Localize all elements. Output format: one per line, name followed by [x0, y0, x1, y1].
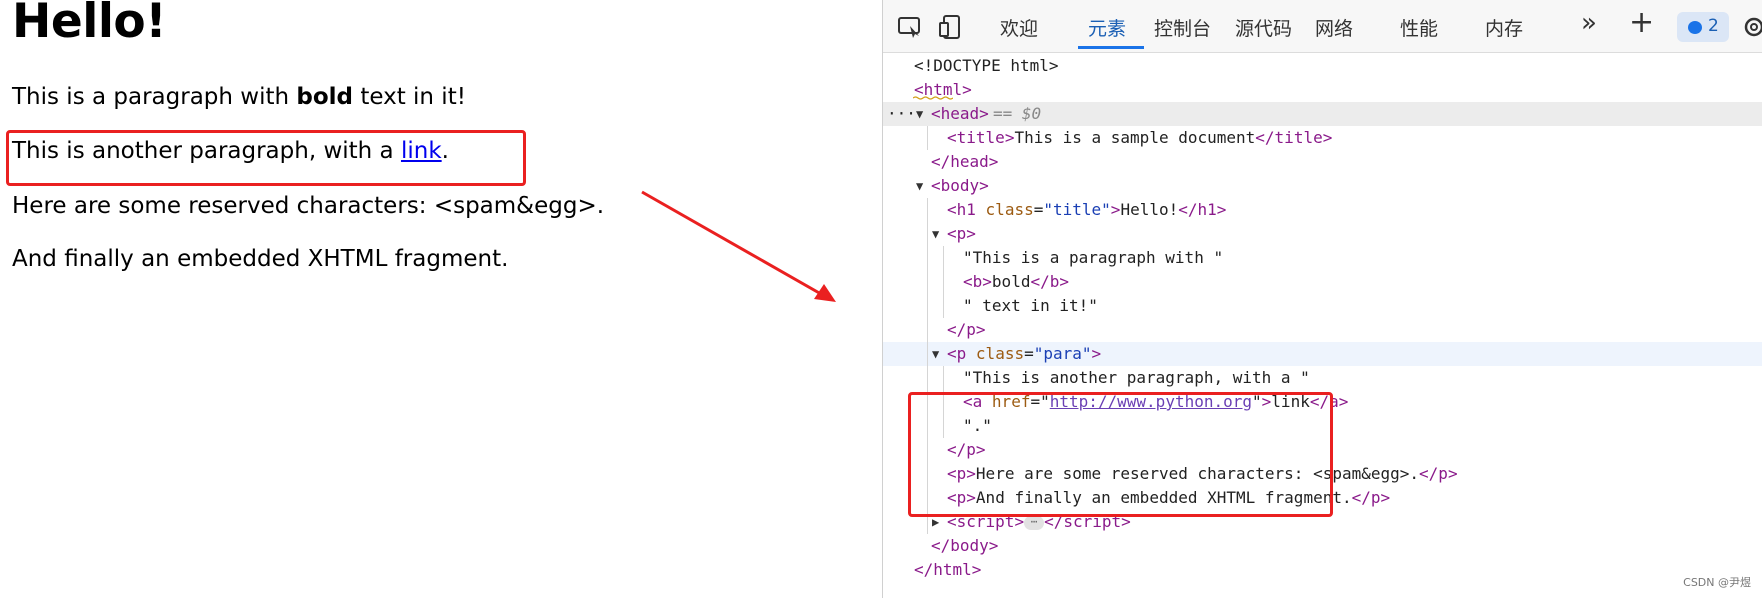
arrow-icon — [641, 190, 836, 302]
active-tab-indicator — [1078, 46, 1144, 49]
indent-guide — [943, 246, 944, 270]
tree-line[interactable]: ▼ <body> — [883, 174, 1762, 198]
watermark: CSDN @尹煜 — [1683, 576, 1751, 589]
device-icon[interactable] — [939, 14, 965, 40]
indent-guide — [927, 222, 928, 246]
tree-line[interactable]: </html> — [883, 558, 1762, 582]
indent-guide — [927, 366, 928, 390]
body-close-tag: </body> — [931, 536, 999, 555]
indent-guide — [927, 342, 928, 366]
collapse-triangle-icon[interactable]: ▼ — [916, 102, 923, 126]
warning-squiggle-icon — [913, 96, 953, 100]
ellipsis-icon[interactable]: ⋯ — [1024, 515, 1045, 530]
issues-badge[interactable]: 2 — [1677, 12, 1729, 42]
text-node: "This is a paragraph with " — [963, 248, 1224, 267]
bold-text: bold — [296, 84, 354, 110]
tab-memory[interactable]: 内存 — [1485, 14, 1523, 41]
b-element: <b>bold</b> — [963, 272, 1069, 291]
text-node: " text in it!" — [963, 296, 1098, 315]
paragraph-1: This is a paragraph with bold text in it… — [12, 84, 466, 110]
p-close-tag: </p> — [947, 320, 986, 339]
rendered-page: Hello! This is a paragraph with bold tex… — [0, 0, 880, 598]
text-node: "This is another paragraph, with a " — [963, 368, 1310, 387]
head-tag: <head> — [931, 104, 989, 123]
indent-guide — [927, 318, 928, 342]
highlight-box-right — [908, 392, 1333, 517]
tree-line[interactable]: </p> — [883, 318, 1762, 342]
p-tag: <p> — [947, 224, 976, 243]
issues-count: 2 — [1708, 16, 1719, 36]
indent-guide — [943, 270, 944, 294]
tree-line-selected[interactable]: ··· ▼ <head> == $0 — [883, 102, 1762, 126]
tree-line[interactable]: <h1 class="title">Hello!</h1> — [883, 198, 1762, 222]
tree-line[interactable]: </head> — [883, 150, 1762, 174]
tab-sources[interactable]: 源代码 — [1235, 14, 1292, 41]
add-tab-icon[interactable]: + — [1629, 5, 1654, 40]
collapse-triangle-icon[interactable]: ▼ — [916, 174, 923, 198]
issues-icon — [1688, 21, 1702, 34]
paragraph-3: Here are some reserved characters: <spam… — [12, 193, 605, 219]
html-close-tag: </html> — [914, 560, 982, 579]
indent-guide — [943, 294, 944, 318]
tree-line[interactable]: <!DOCTYPE html> — [883, 54, 1762, 78]
more-tabs-icon[interactable]: » — [1581, 8, 1597, 38]
page-heading: Hello! — [12, 0, 167, 49]
tree-line[interactable]: " text in it!" — [883, 294, 1762, 318]
tree-line[interactable]: <b>bold</b> — [883, 270, 1762, 294]
indent-guide — [927, 294, 928, 318]
h1-element: <h1 class="title">Hello!</h1> — [947, 200, 1227, 219]
selected-marker: == $0 — [993, 104, 1042, 123]
tree-line[interactable]: </body> — [883, 534, 1762, 558]
collapse-triangle-icon[interactable]: ▼ — [932, 222, 939, 246]
head-close-tag: </head> — [931, 152, 999, 171]
indent-guide — [927, 246, 928, 270]
tab-welcome[interactable]: 欢迎 — [1000, 14, 1038, 41]
paragraph-1-text-end: text in it! — [353, 84, 466, 110]
paragraph-4: And finally an embedded XHTML fragment. — [12, 246, 509, 272]
settings-icon[interactable] — [1741, 14, 1762, 40]
tree-line[interactable]: ▼ <p> — [883, 222, 1762, 246]
more-actions-icon[interactable]: ··· — [887, 102, 916, 126]
body-tag: <body> — [931, 176, 989, 195]
devtools-toolbar: 欢迎 元素 控制台 源代码 网络 性能 内存 » + 2 — [883, 0, 1762, 53]
tab-performance[interactable]: 性能 — [1400, 14, 1438, 41]
p-para-tag: <p class="para"> — [947, 344, 1102, 363]
indent-guide — [927, 126, 928, 150]
title-element: <title>This is a sample document</title> — [947, 128, 1333, 147]
tree-line[interactable]: <html> — [883, 78, 1762, 102]
tree-line[interactable]: "This is another paragraph, with a " — [883, 366, 1762, 390]
inspect-icon[interactable] — [897, 14, 923, 40]
tree-line[interactable]: <title>This is a sample document</title> — [883, 126, 1762, 150]
tree-line[interactable]: "This is a paragraph with " — [883, 246, 1762, 270]
indent-guide — [927, 198, 928, 222]
highlight-box-left — [6, 130, 526, 186]
tab-console[interactable]: 控制台 — [1154, 14, 1211, 41]
collapse-triangle-icon[interactable]: ▼ — [932, 342, 939, 366]
indent-guide — [943, 366, 944, 390]
dom-tree: <!DOCTYPE html> <html> ··· ▼ <head> == $… — [883, 52, 1762, 598]
tab-elements[interactable]: 元素 — [1088, 14, 1126, 41]
doctype: <!DOCTYPE html> — [914, 56, 1059, 75]
tab-network[interactable]: 网络 — [1315, 14, 1353, 41]
indent-guide — [927, 270, 928, 294]
paragraph-1-text: This is a paragraph with — [12, 84, 297, 110]
tree-line-hover[interactable]: ▼ <p class="para"> — [883, 342, 1762, 366]
devtools-panel: 欢迎 元素 控制台 源代码 网络 性能 内存 » + 2 <!DOCTYPE h… — [882, 0, 1762, 598]
